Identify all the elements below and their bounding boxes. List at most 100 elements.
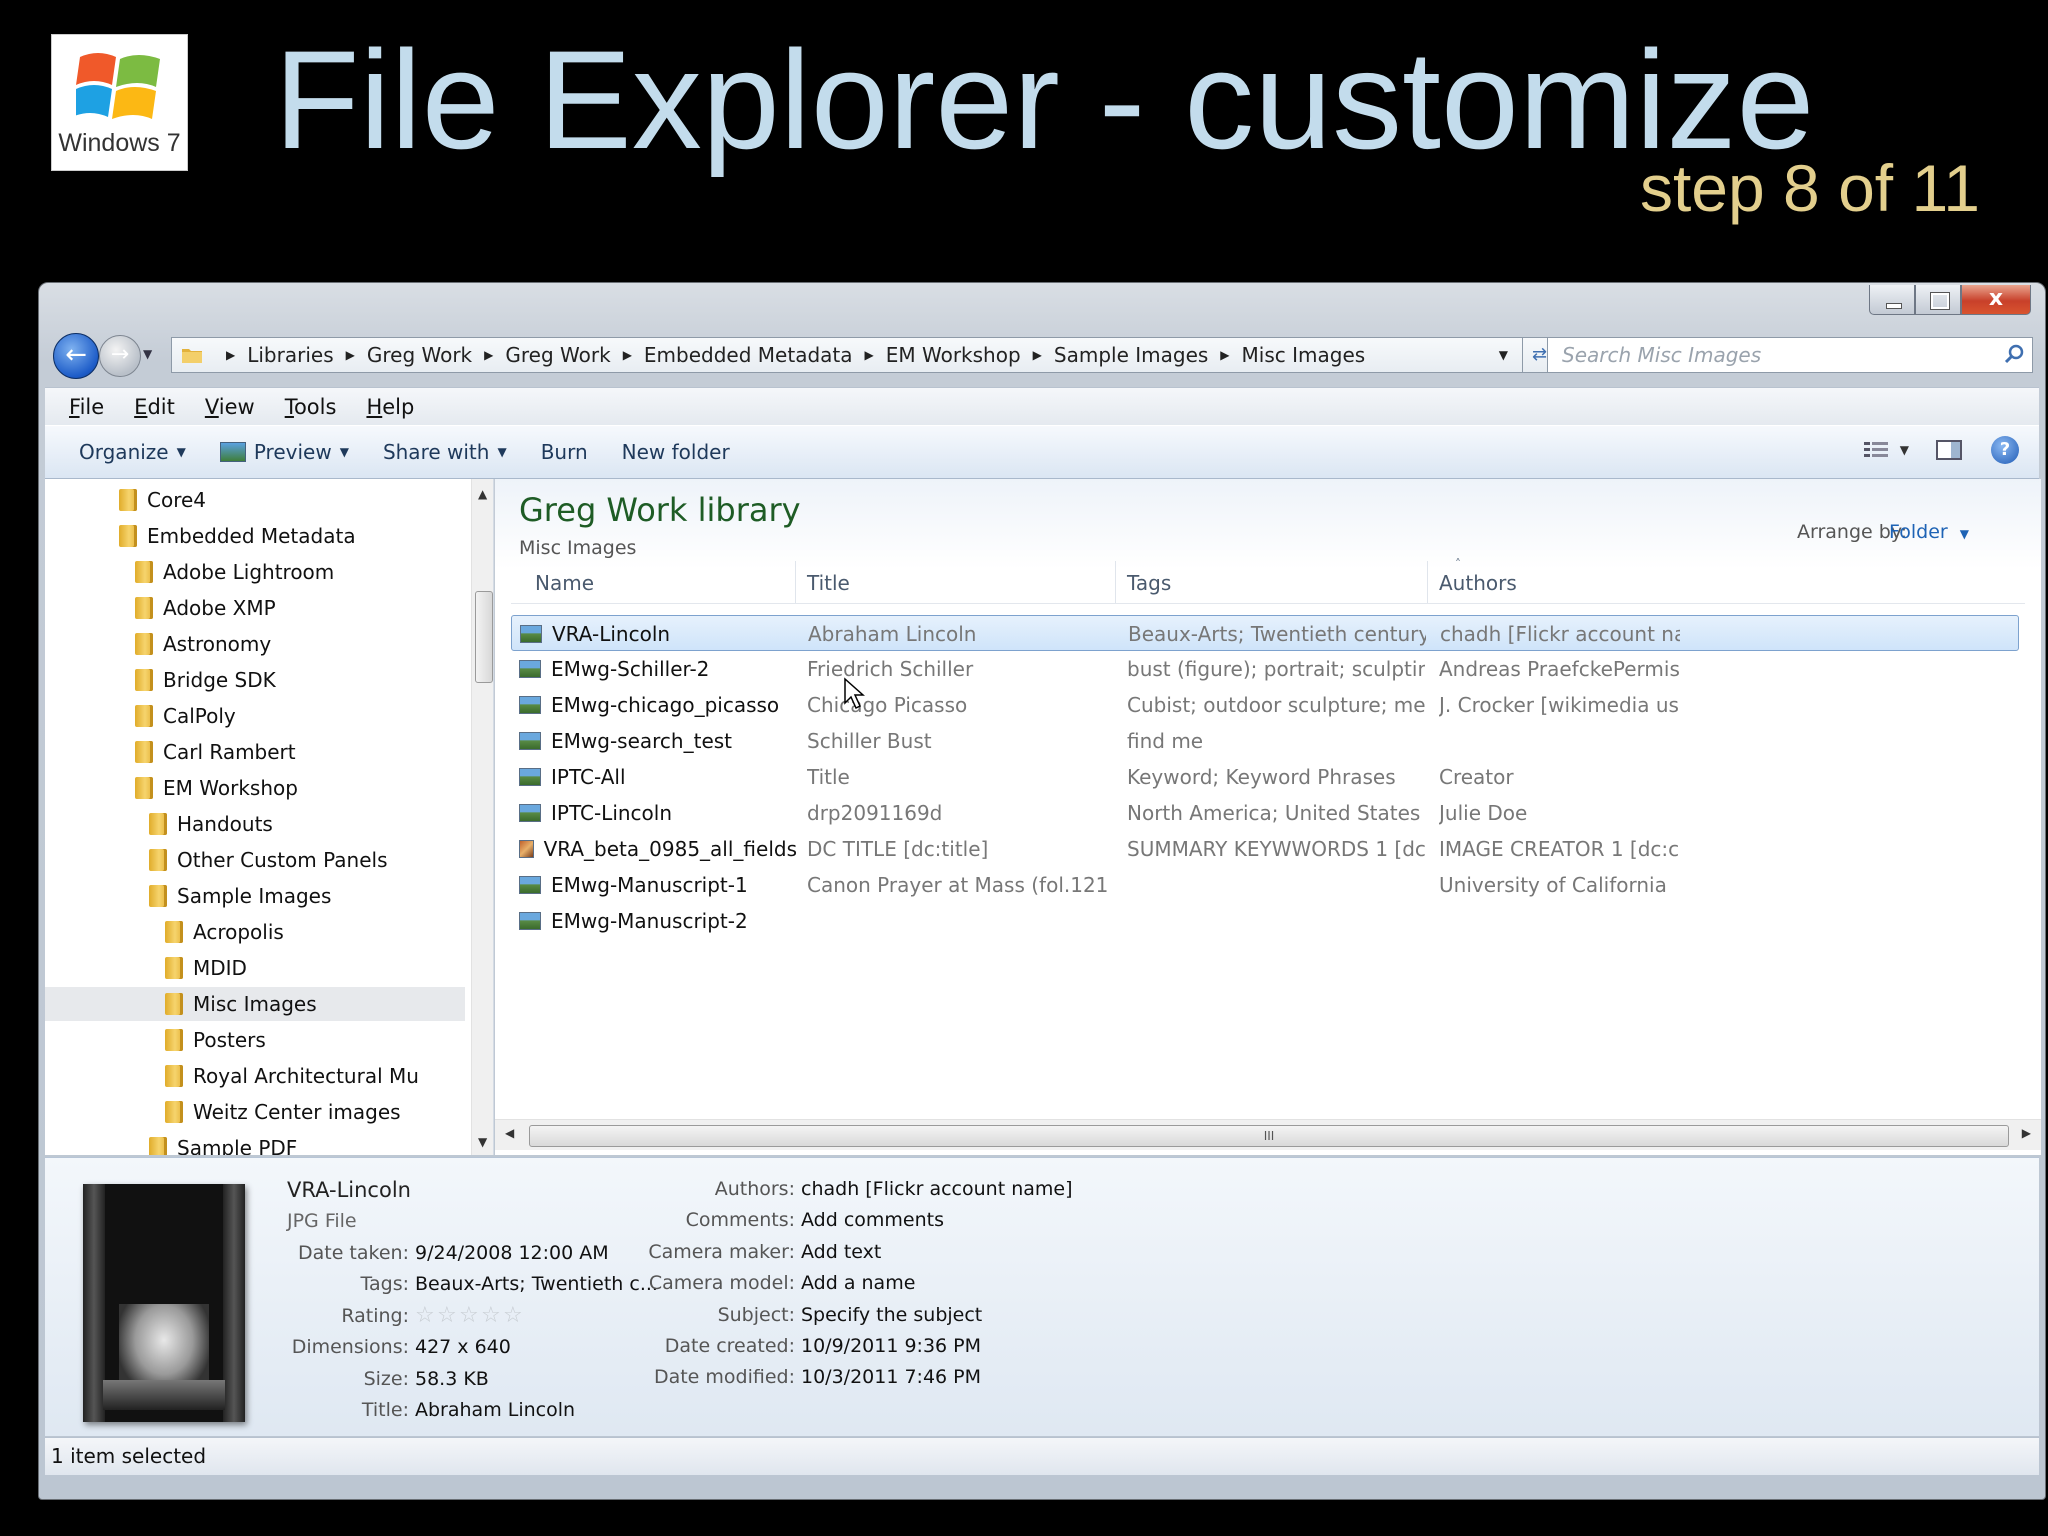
recent-pages-dropdown[interactable]: ▼ [143, 347, 152, 361]
breadcrumb-item[interactable]: Greg Work ▶ [505, 343, 644, 367]
tree-item-handouts[interactable]: Handouts [149, 807, 273, 841]
table-row[interactable]: IPTC-All Title Keyword; Keyword Phrases Cre… [511, 759, 2019, 795]
tree-item-royal-architectural-mu[interactable]: Royal Architectural Mu [165, 1059, 419, 1093]
column-header-title[interactable]: Title [807, 571, 850, 595]
preview-button[interactable]: Preview ▼ [219, 440, 349, 464]
breadcrumb-separator[interactable]: ▶ [214, 348, 247, 362]
breadcrumb-label: Misc Images [1241, 343, 1366, 367]
column-divider[interactable] [795, 561, 796, 603]
file-name: EMwg-Schiller-2 [551, 657, 710, 681]
tree-item-core4[interactable]: Core4 [119, 483, 206, 517]
arrange-by-dropdown[interactable]: Folder ▼ [1889, 521, 1969, 543]
tree-item-carl-rambert[interactable]: Carl Rambert [135, 735, 296, 769]
breadcrumb-arrow-icon[interactable]: ▶ [484, 348, 493, 362]
tree-item-em-workshop[interactable]: EM Workshop [135, 771, 298, 805]
tree-item-acropolis[interactable]: Acropolis [165, 915, 284, 949]
search-icon[interactable] [2004, 344, 2024, 364]
breadcrumb-item[interactable]: Embedded Metadata ▶ [644, 343, 886, 367]
view-options-icon[interactable] [1862, 439, 1890, 461]
breadcrumb-item[interactable]: Greg Work ▶ [367, 343, 506, 367]
menu-file[interactable]: File [69, 395, 104, 419]
preview-pane-icon[interactable] [1935, 439, 1963, 461]
breadcrumb-arrow-icon[interactable]: ▶ [346, 348, 355, 362]
details-value[interactable]: Add a name [801, 1272, 915, 1294]
tree-item-posters[interactable]: Posters [165, 1023, 266, 1057]
share-with-button[interactable]: Share with ▼ [383, 440, 507, 464]
column-divider[interactable] [1115, 561, 1116, 603]
tree-item-bridge-sdk[interactable]: Bridge SDK [135, 663, 276, 697]
address-bar[interactable]: ▶ Libraries ▶ Greg Work ▶ Greg Work ▶ Embedded… [171, 337, 1523, 373]
tree-item-calpoly[interactable]: CalPoly [135, 699, 236, 733]
scroll-thumb[interactable]: III [529, 1125, 2009, 1147]
breadcrumb-arrow-icon[interactable]: ▶ [865, 348, 874, 362]
tree-item-sample-pdf[interactable]: Sample PDF [149, 1131, 297, 1155]
star-icon[interactable]: ☆ [415, 1303, 437, 1328]
address-dropdown-icon[interactable]: ▼ [1499, 348, 1508, 362]
tree-item-label: Adobe XMP [163, 596, 276, 620]
navigation-pane: Core4 Embedded Metadata Adobe Lightroom Ado… [45, 479, 494, 1155]
table-row[interactable]: EMwg-Manuscript-1 Canon Prayer at Mass (f… [511, 867, 2019, 903]
minimize-button[interactable] [1869, 285, 1915, 315]
table-row[interactable]: IPTC-Lincoln drp2091169d North America; Un… [511, 795, 2019, 831]
breadcrumb-item[interactable]: EM Workshop ▶ [886, 343, 1054, 367]
table-row[interactable]: VRA-Lincoln Abraham Lincoln Beaux-Arts; Tw… [511, 615, 2019, 651]
tree-item-sample-images[interactable]: Sample Images [149, 879, 331, 913]
tree-item-embedded-metadata[interactable]: Embedded Metadata [119, 519, 356, 553]
menu-view[interactable]: View [205, 395, 255, 419]
tree-item-misc-images[interactable]: Misc Images [45, 987, 465, 1021]
search-input[interactable]: Search Misc Images [1547, 337, 2033, 373]
breadcrumb-item[interactable]: Sample Images ▶ [1054, 343, 1242, 367]
folder-icon [149, 885, 167, 907]
scroll-thumb[interactable] [475, 591, 493, 683]
column-divider[interactable] [1427, 561, 1428, 603]
details-value[interactable]: Add text [801, 1241, 881, 1263]
tree-item-other-custom-panels[interactable]: Other Custom Panels [149, 843, 388, 877]
rating-stars[interactable]: ☆ ☆ ☆ ☆ ☆ [415, 1303, 525, 1328]
new-folder-button[interactable]: New folder [622, 440, 730, 464]
tree-item-mdid[interactable]: MDID [165, 951, 247, 985]
menu-tools[interactable]: Tools [285, 395, 337, 419]
folder-icon [165, 993, 183, 1015]
scroll-right-icon[interactable]: ▶ [2022, 1126, 2031, 1140]
tree-item-adobe-xmp[interactable]: Adobe XMP [135, 591, 276, 625]
nav-scrollbar[interactable]: ▲ ▼ [471, 479, 493, 1155]
maximize-button[interactable] [1915, 285, 1961, 315]
table-row[interactable]: EMwg-Manuscript-2 [511, 903, 2019, 939]
chevron-down-icon: ▼ [1959, 527, 1969, 541]
organize-button[interactable]: Organize ▼ [79, 440, 186, 464]
breadcrumb-arrow-icon[interactable]: ▶ [1220, 348, 1229, 362]
tree-item-adobe-lightroom[interactable]: Adobe Lightroom [135, 555, 334, 589]
column-header-authors[interactable]: Authors [1439, 571, 1517, 595]
column-header-name[interactable]: Name [535, 571, 594, 595]
star-icon[interactable]: ☆ [503, 1303, 525, 1328]
scroll-left-icon[interactable]: ◀ [505, 1126, 514, 1140]
star-icon[interactable]: ☆ [437, 1303, 459, 1328]
table-row[interactable]: EMwg-chicago_picasso Chicago Picasso Cubis… [511, 687, 2019, 723]
details-value[interactable]: Add comments [801, 1209, 944, 1231]
burn-button[interactable]: Burn [541, 440, 588, 464]
forward-button[interactable]: → [99, 335, 141, 377]
tree-item-weitz-center-images[interactable]: Weitz Center images [165, 1095, 401, 1129]
table-row[interactable]: EMwg-search_test Schiller Bust find me [511, 723, 2019, 759]
scroll-down-icon[interactable]: ▼ [478, 1135, 487, 1149]
view-dropdown-icon[interactable]: ▼ [1900, 443, 1909, 457]
tree-item-astronomy[interactable]: Astronomy [135, 627, 271, 661]
breadcrumb-arrow-icon[interactable]: ▶ [1033, 348, 1042, 362]
breadcrumb-arrow-icon[interactable]: ▶ [623, 348, 632, 362]
breadcrumb-item[interactable]: Libraries ▶ [247, 343, 367, 367]
table-row[interactable]: EMwg-Schiller-2 Friedrich Schiller bust (f… [511, 651, 2019, 687]
column-header-tags[interactable]: Tags [1127, 571, 1171, 595]
table-row[interactable]: VRA_beta_0985_all_fields DC TITLE [dc:tit… [511, 831, 2019, 867]
back-button[interactable]: ← [53, 333, 99, 379]
star-icon[interactable]: ☆ [459, 1303, 481, 1328]
horizontal-scrollbar[interactable]: ◀ III ▶ [495, 1119, 2041, 1150]
help-icon[interactable]: ? [1991, 436, 2019, 464]
menu-edit[interactable]: Edit [134, 395, 175, 419]
tree-item-label: Misc Images [193, 992, 317, 1016]
breadcrumb-item[interactable]: Misc Images [1242, 343, 1366, 367]
scroll-up-icon[interactable]: ▲ [478, 487, 487, 501]
menu-help[interactable]: Help [366, 395, 414, 419]
star-icon[interactable]: ☆ [481, 1303, 503, 1328]
close-button[interactable]: x [1961, 285, 2031, 315]
details-value[interactable]: Specify the subject [801, 1304, 982, 1326]
